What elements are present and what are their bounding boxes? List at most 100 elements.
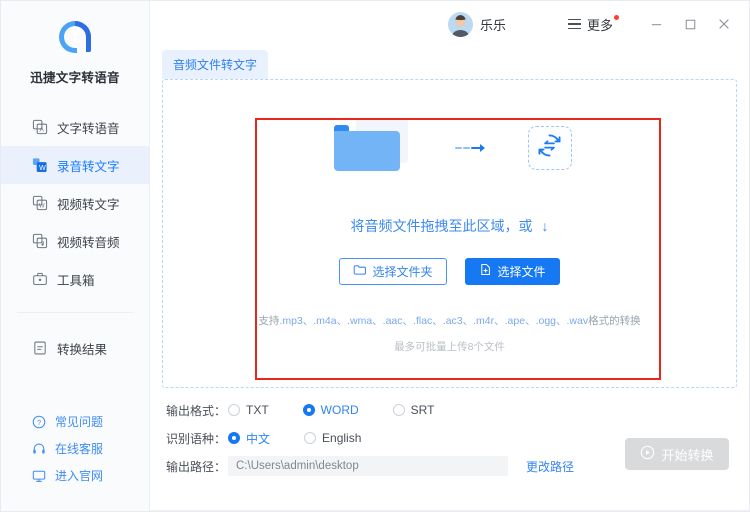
- sidebar-item-label: 视频转文字: [57, 197, 120, 212]
- convert-sync-icon: [536, 132, 563, 164]
- formats-suffix: 格式的转换: [588, 314, 641, 327]
- radio-language-chinese[interactable]: 中文: [228, 430, 270, 447]
- supported-formats-text: 支持.mp3、.m4a、.wma、.aac、.flac、.ac3、.m4r、.a…: [258, 313, 640, 328]
- formats-prefix: 支持: [258, 314, 280, 327]
- minimize-icon: [651, 23, 661, 25]
- question-circle-icon: ?: [31, 414, 46, 429]
- output-path-input[interactable]: [228, 456, 508, 476]
- sidebar-item-audio-to-text[interactable]: W 录音转文字: [1, 146, 149, 184]
- sidebar-link-label: 常见问题: [55, 415, 104, 429]
- more-badge-dot: [614, 14, 619, 20]
- more-menu-button[interactable]: 更多: [567, 14, 619, 34]
- user-name: 乐乐: [479, 17, 506, 33]
- change-path-link[interactable]: 更改路径: [526, 458, 574, 475]
- dropzone-buttons: 选择文件夹 选择文件: [339, 257, 560, 285]
- folder-open-icon: [353, 263, 367, 279]
- sidebar-links: ? 常见问题 在线客服 进入官网: [1, 408, 149, 511]
- sidebar-item-text-to-speech[interactable]: A 文字转语音: [1, 108, 149, 146]
- tab-label: 音频文件转文字: [173, 58, 258, 72]
- radio-dot-icon: [228, 432, 240, 444]
- sidebar-link-label: 进入官网: [55, 469, 104, 483]
- sidebar-link-support[interactable]: 在线客服: [1, 435, 149, 462]
- hamburger-icon: [567, 18, 581, 30]
- radio-format-srt[interactable]: SRT: [392, 403, 435, 417]
- video-to-audio-icon: [31, 233, 48, 250]
- file-dropzone[interactable]: 将音频文件拖拽至此区域，或 ↓ 选择文件夹 选择文件 支持.mp3、.m4a、.…: [162, 79, 737, 388]
- choose-file-button[interactable]: 选择文件: [464, 257, 560, 285]
- radio-label: SRT: [410, 403, 435, 417]
- main-panel: 乐乐 更多 音频文件转文字 将音频文件拖拽至此区域，或 ↓ 选择文件夹 选择文件…: [150, 1, 749, 511]
- formats-list: .mp3、.m4a、.wma、.aac、.flac、.ac3、.m4r、.ape…: [279, 314, 589, 327]
- output-format-label: 输出格式：: [166, 403, 227, 418]
- headset-icon: [31, 441, 46, 456]
- more-label: 更多: [586, 17, 613, 33]
- dropzone-title: 将音频文件拖拽至此区域，或 ↓: [351, 216, 549, 236]
- start-convert-label: 开始转换: [661, 447, 714, 463]
- sidebar-item-label: 录音转文字: [57, 159, 120, 174]
- play-circle-icon: [640, 445, 655, 463]
- radio-label: 中文: [246, 431, 271, 446]
- radio-format-txt[interactable]: TXT: [228, 403, 269, 417]
- sidebar-item-toolbox[interactable]: 工具箱: [1, 260, 149, 298]
- choose-folder-label: 选择文件夹: [372, 264, 433, 279]
- file-add-icon: [479, 263, 492, 279]
- sidebar-item-results[interactable]: 转换结果: [1, 329, 149, 367]
- user-account[interactable]: 乐乐: [447, 11, 506, 37]
- radio-dot-icon: [228, 404, 240, 416]
- tab-bar: 音频文件转文字: [150, 47, 749, 79]
- language-label: 识别语种：: [166, 431, 227, 446]
- radio-label: English: [322, 431, 362, 445]
- options-panel: 输出格式： TXT WORD SRT 识别语种： 中文 English 输出路径…: [162, 388, 737, 476]
- dropzone-inner: 将音频文件拖拽至此区域，或 ↓ 选择文件夹 选择文件 支持.mp3、.m4a、.…: [163, 110, 736, 354]
- arrow-right-icon: [454, 138, 494, 158]
- dropzone-title-text: 将音频文件拖拽至此区域，或: [350, 217, 533, 234]
- radio-dot-icon: [392, 404, 405, 416]
- toolbox-icon: [31, 271, 48, 288]
- sidebar-link-website[interactable]: 进入官网: [1, 462, 149, 489]
- video-to-text-icon: W: [31, 195, 48, 212]
- sidebar-item-label: 文字转语音: [57, 121, 120, 136]
- output-path-label: 输出路径：: [166, 459, 227, 474]
- footer-divider: [150, 510, 749, 511]
- choose-file-label: 选择文件: [497, 264, 546, 279]
- radio-format-word[interactable]: WORD: [302, 403, 359, 417]
- upload-limit-text: 最多可批量上传8个文件: [394, 340, 505, 353]
- maximize-icon: [685, 19, 695, 29]
- titlebar: 乐乐 更多: [150, 1, 749, 47]
- tab-audio-to-text[interactable]: 音频文件转文字: [162, 50, 269, 79]
- sidebar-link-label: 在线客服: [55, 442, 104, 456]
- sidebar-link-faq[interactable]: ? 常见问题: [1, 408, 149, 435]
- sidebar-item-video-to-text[interactable]: W 视频转文字: [1, 184, 149, 222]
- text-to-speech-icon: A: [31, 119, 48, 136]
- folder-icon: [328, 115, 420, 181]
- avatar: [447, 11, 473, 37]
- app-window: 迅捷文字转语音 A 文字转语音 W 录音转文字 W 视频转文字 视频转音频 工具…: [0, 0, 750, 512]
- radio-label: TXT: [246, 403, 269, 417]
- maximize-button[interactable]: [673, 9, 707, 39]
- minimize-button[interactable]: [639, 9, 673, 39]
- sidebar-item-video-to-audio[interactable]: 视频转音频: [1, 222, 149, 260]
- close-icon: [719, 19, 729, 29]
- choose-folder-button[interactable]: 选择文件夹: [339, 257, 447, 285]
- svg-text:?: ?: [37, 417, 41, 426]
- radio-dot-icon: [302, 404, 315, 416]
- sidebar-nav: A 文字转语音 W 录音转文字 W 视频转文字 视频转音频 工具箱 转换结果: [1, 108, 149, 367]
- svg-text:W: W: [39, 165, 46, 172]
- brand: 迅捷文字转语音: [1, 1, 149, 86]
- sidebar-item-label: 视频转音频: [57, 235, 120, 250]
- radio-language-english[interactable]: English: [304, 431, 361, 445]
- sidebar-item-label: 工具箱: [57, 273, 95, 288]
- dropzone-illustration: [328, 110, 572, 186]
- convert-target-box: [527, 125, 572, 170]
- results-clipboard-icon: [31, 340, 48, 357]
- start-convert-button[interactable]: 开始转换: [625, 438, 729, 470]
- sidebar: 迅捷文字转语音 A 文字转语音 W 录音转文字 W 视频转文字 视频转音频 工具…: [1, 1, 150, 511]
- sidebar-item-label: 转换结果: [57, 342, 108, 357]
- radio-dot-icon: [304, 432, 317, 444]
- content-area: 将音频文件拖拽至此区域，或 ↓ 选择文件夹 选择文件 支持.mp3、.m4a、.…: [150, 79, 749, 511]
- app-logo-icon: [53, 15, 97, 59]
- close-button[interactable]: [707, 9, 741, 39]
- brand-name: 迅捷文字转语音: [30, 71, 120, 85]
- svg-text:W: W: [38, 204, 44, 210]
- svg-text:A: A: [39, 127, 44, 134]
